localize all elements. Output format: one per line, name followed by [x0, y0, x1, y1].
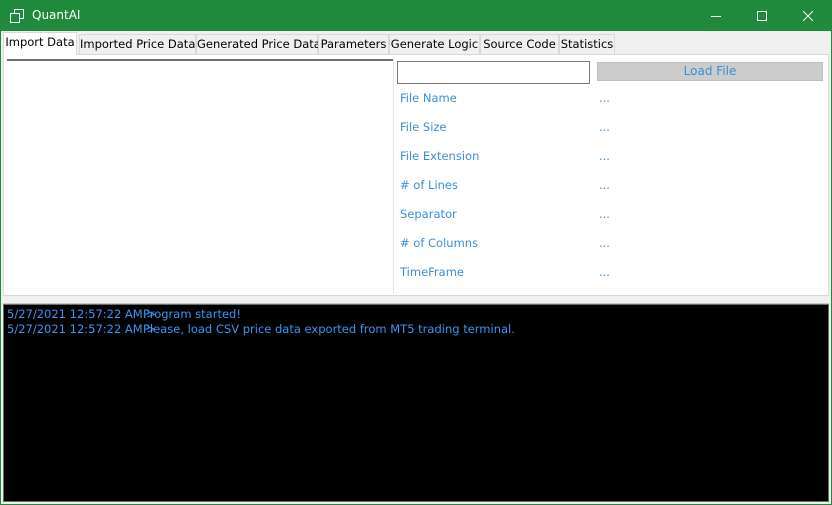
panel-splitter[interactable] [3, 296, 829, 304]
tab-generate-logic[interactable]: Generate Logic [389, 34, 480, 54]
log-timestamp: 5/27/2021 12:57:22 AM > [7, 322, 157, 336]
maximize-button[interactable] [739, 1, 785, 31]
tab-statistics[interactable]: Statistics [559, 34, 615, 54]
timeframe-label: TimeFrame [400, 265, 464, 279]
log-console[interactable]: 5/27/2021 12:57:22 AM >Program started! … [3, 304, 829, 502]
file-size-label: File Size [400, 120, 447, 134]
column-count-value: ... [599, 236, 610, 250]
tab-imported-price-data[interactable]: Imported Price Data [79, 34, 196, 54]
app-window: QuantAI Import Data Imported Price Data … [0, 0, 832, 505]
timeframe-value: ... [599, 265, 610, 279]
line-count-value: ... [599, 178, 610, 192]
import-data-page: Load File File Name ... File Size ... Fi… [3, 54, 829, 296]
file-path-input[interactable] [397, 61, 590, 84]
separator-value: ... [599, 207, 610, 221]
line-count-label: # of Lines [400, 178, 458, 192]
minimize-button[interactable] [693, 1, 739, 31]
log-message: Please, load CSV price data exported fro… [143, 322, 515, 336]
file-name-label: File Name [400, 91, 457, 105]
minimize-icon [711, 11, 721, 21]
file-preview-list[interactable] [7, 59, 393, 295]
maximize-icon [757, 11, 767, 21]
file-size-value: ... [599, 120, 610, 134]
tab-source-code[interactable]: Source Code [480, 34, 559, 54]
close-icon [803, 11, 813, 21]
file-extension-value: ... [599, 149, 610, 163]
log-entry: 5/27/2021 12:57:22 AM >Please, load CSV … [7, 322, 515, 336]
title-bar[interactable]: QuantAI [1, 1, 831, 31]
close-button[interactable] [785, 1, 831, 31]
log-timestamp: 5/27/2021 12:57:22 AM > [7, 307, 157, 321]
load-file-button[interactable]: Load File [597, 62, 823, 81]
log-entry: 5/27/2021 12:57:22 AM >Program started! [7, 307, 241, 321]
panel-divider [393, 59, 394, 293]
tab-parameters[interactable]: Parameters [318, 34, 389, 54]
separator-label: Separator [400, 207, 457, 221]
tab-strip: Import Data Imported Price Data Generate… [3, 32, 831, 55]
file-extension-label: File Extension [400, 149, 480, 163]
app-window-icon [10, 9, 24, 23]
tab-import-data[interactable]: Import Data [3, 32, 77, 55]
tab-generated-price-data[interactable]: Generated Price Data [196, 34, 321, 54]
file-name-value: ... [599, 91, 610, 105]
column-count-label: # of Columns [400, 236, 479, 250]
window-title: QuantAI [32, 8, 81, 22]
log-message: Program started! [143, 307, 241, 321]
